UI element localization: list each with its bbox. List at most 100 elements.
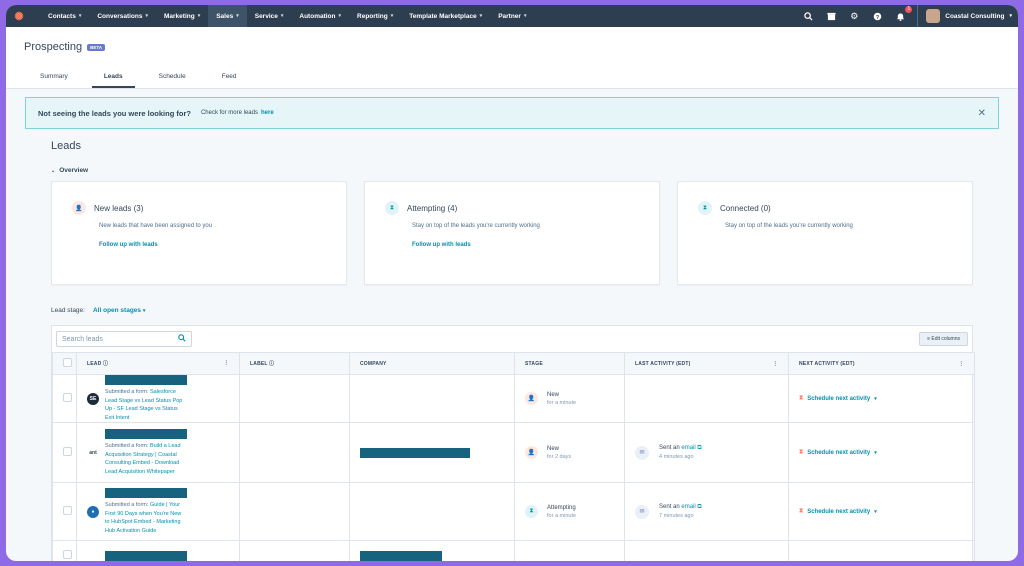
schedule-next-activity-link[interactable]: ⧗ Schedule next activity ▾ [799, 508, 964, 515]
redacted-lead-name[interactable] [105, 488, 187, 498]
table-row[interactable] [52, 540, 975, 561]
table-row[interactable]: ant Submitted a form: Build a Lead Acqui… [52, 422, 975, 483]
lead-stage-filter: Lead stage: All open stages ▾ [51, 307, 973, 314]
notifications-bell-icon[interactable]: 1 [894, 6, 913, 22]
account-menu[interactable]: Coastal Consulting ▾ [917, 5, 1012, 27]
notification-count-badge: 1 [905, 6, 913, 13]
overview-toggle[interactable]: ⌄ Overview [51, 167, 973, 174]
select-all-checkbox[interactable] [63, 358, 72, 367]
redacted-company[interactable] [360, 447, 470, 458]
redacted-company[interactable] [360, 550, 442, 561]
tab-schedule[interactable]: Schedule [141, 73, 204, 88]
avatar: ● [87, 505, 99, 518]
chevron-down-icon: ▾ [236, 13, 239, 19]
table-header-row: LEAD ⓘ ⋮ LABEL ⓘ COMPANY STAGE LAST ACTI… [52, 352, 975, 375]
schedule-next-activity-link[interactable]: ⧗ Schedule next activity ▾ [799, 395, 964, 402]
lead-stage-dropdown[interactable]: All open stages ▾ [93, 307, 145, 314]
search-input[interactable]: Search leads [56, 331, 192, 347]
stage-value: New [547, 391, 560, 398]
follow-up-link[interactable]: Follow up with leads [412, 242, 639, 248]
edit-columns-button[interactable]: ≡ Edit columns [919, 332, 968, 346]
row-checkbox[interactable] [63, 506, 72, 515]
nav-sales[interactable]: Sales ▾ [208, 5, 247, 27]
section-heading: Leads [51, 140, 81, 152]
info-alert: Not seeing the leads you were looking fo… [25, 97, 999, 129]
nav-automation[interactable]: Automation ▾ [291, 5, 349, 27]
activity-time: 7 minutes ago [659, 513, 694, 519]
gear-icon[interactable]: ⚙ [848, 10, 860, 22]
stage-duration: for a minute [547, 399, 577, 406]
table-row[interactable]: ● Submitted a form: Guide | Your First 9… [52, 482, 975, 541]
chevron-down-icon: ▾ [390, 13, 394, 19]
schedule-next-activity-link[interactable]: ⧗ Schedule next activity ▾ [799, 449, 964, 456]
nav-conversations[interactable]: Conversations ▾ [89, 5, 156, 27]
card-description: Stay on top of the leads you're currentl… [412, 223, 540, 229]
stage-duration: for 2 days [547, 453, 572, 460]
row-checkbox[interactable] [63, 447, 72, 456]
alert-title: Not seeing the leads you were looking fo… [38, 108, 191, 118]
label-cell [239, 374, 350, 423]
email-link[interactable]: email [681, 504, 695, 510]
nav-partner[interactable]: Partner ▾ [490, 5, 534, 27]
tab-leads[interactable]: Leads [86, 73, 141, 88]
lead-stage-label: Lead stage: [51, 307, 85, 314]
redacted-lead-name[interactable] [105, 375, 187, 385]
column-header-lead[interactable]: LEAD ⓘ ⋮ [76, 352, 240, 375]
avatar: SE [87, 392, 99, 405]
column-header-last-activity[interactable]: LAST ACTIVITY (EDT) ⋮ [624, 352, 789, 375]
label-cell [239, 482, 350, 541]
search-icon[interactable] [802, 10, 814, 22]
chevron-down-icon: ▾ [523, 13, 527, 19]
redacted-lead-name[interactable] [105, 550, 187, 561]
label-cell [239, 422, 350, 483]
chevron-down-icon: ▾ [874, 449, 877, 456]
column-header-company[interactable]: COMPANY [349, 352, 515, 375]
email-icon: ✉ [635, 445, 649, 460]
alert-here-link[interactable]: here [261, 110, 274, 116]
column-header-label[interactable]: LABEL ⓘ [239, 352, 350, 375]
column-header-stage[interactable]: STAGE [514, 352, 625, 375]
hourglass-icon: ⧗ [385, 201, 399, 215]
follow-up-link[interactable]: Follow up with leads [99, 242, 326, 248]
redacted-lead-name[interactable] [105, 429, 187, 439]
help-icon[interactable]: ? [871, 10, 883, 22]
row-checkbox[interactable] [63, 393, 72, 402]
email-icon: ✉ [635, 504, 649, 519]
avatar [926, 9, 941, 23]
last-activity-cell [624, 374, 789, 423]
table-row[interactable]: SE Submitted a form: Salesforce Lead Sta… [52, 374, 975, 423]
tab-summary[interactable]: Summary [22, 73, 86, 88]
nav-reporting[interactable]: Reporting ▾ [349, 5, 401, 27]
external-link-icon: ⧉ [697, 445, 702, 451]
chevron-down-icon: ▾ [197, 13, 201, 19]
overview-cards: 👤 New leads (3) New leads that have been… [51, 181, 973, 285]
avatar: ant [87, 446, 99, 459]
account-name: Coastal Consulting [945, 12, 1005, 20]
person-icon: 👤 [525, 392, 538, 405]
search-icon [178, 334, 186, 344]
stage-value: Attempting [547, 504, 576, 511]
marketplace-icon[interactable] [825, 10, 837, 22]
hourglass-icon: ⧗ [698, 201, 712, 215]
stage-duration: for a minute [547, 512, 577, 519]
card-new-leads: 👤 New leads (3) New leads that have been… [51, 181, 347, 285]
hubspot-logo-icon[interactable]: ✺ [12, 9, 26, 23]
hourglass-icon: ⧗ [525, 505, 538, 518]
close-icon[interactable]: ✕ [978, 108, 986, 119]
leads-table: LEAD ⓘ ⋮ LABEL ⓘ COMPANY STAGE LAST ACTI… [52, 352, 975, 561]
nav-marketing[interactable]: Marketing ▾ [156, 5, 208, 27]
external-link-icon: ⧉ [697, 504, 702, 510]
nav-template-marketplace[interactable]: Template Marketplace ▾ [401, 5, 490, 27]
page-title: Prospecting [24, 41, 83, 53]
email-link[interactable]: email [681, 445, 695, 451]
column-header-next-activity[interactable]: NEXT ACTIVITY (EDT) ⋮ [788, 352, 975, 375]
hourglass-icon: ⧗ [799, 508, 804, 514]
chevron-down-icon: ▾ [479, 13, 483, 19]
nav-contacts[interactable]: Contacts ▾ [40, 5, 89, 27]
chevron-down-icon: ▾ [874, 508, 877, 515]
row-checkbox[interactable] [63, 550, 72, 559]
chevron-down-icon: ▾ [280, 13, 284, 19]
nav-service[interactable]: Service ▾ [247, 5, 292, 27]
card-description: New leads that have been assigned to you [99, 223, 213, 229]
tab-feed[interactable]: Feed [204, 73, 255, 88]
